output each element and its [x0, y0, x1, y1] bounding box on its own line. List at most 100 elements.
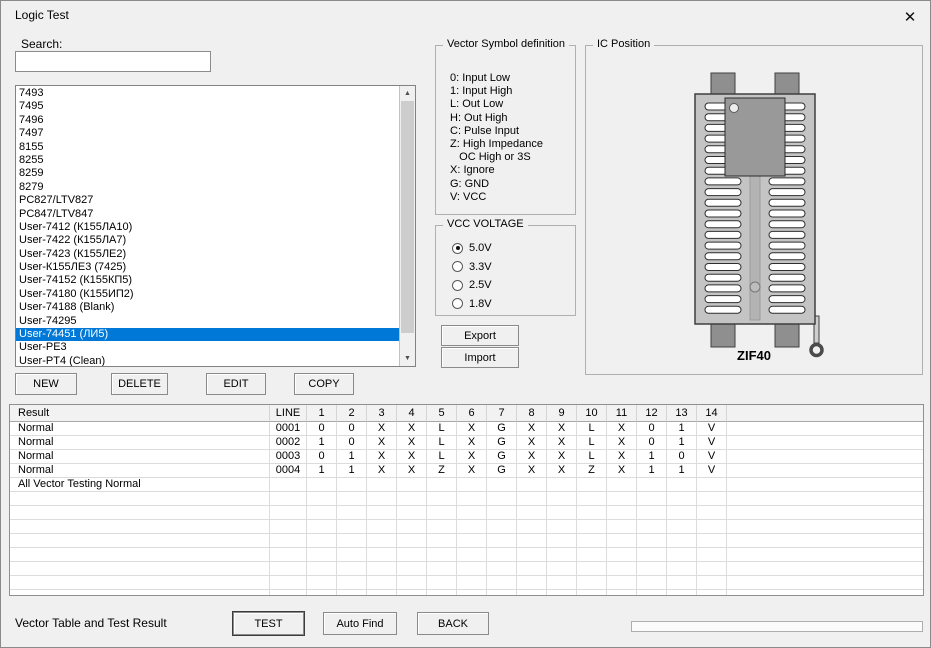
list-item[interactable]: User-74295: [16, 315, 399, 328]
vcc-option-5.0V[interactable]: 5.0V: [452, 239, 575, 258]
value-cell: X: [607, 422, 637, 436]
value-cell: [337, 548, 367, 562]
list-item[interactable]: User-74188 (Blank): [16, 301, 399, 314]
table-row[interactable]: Normal000301XXLXGXXLX10V: [10, 450, 923, 464]
value-cell: [487, 506, 517, 520]
list-item[interactable]: 8259: [16, 167, 399, 180]
value-cell: [547, 506, 577, 520]
list-item[interactable]: User-74180 (К155ИП2): [16, 288, 399, 301]
list-item[interactable]: 7495: [16, 100, 399, 113]
column-header-4[interactable]: 4: [397, 405, 427, 422]
table-row[interactable]: Normal000100XXLXGXXLX01V: [10, 422, 923, 436]
column-header-Result[interactable]: Result: [10, 405, 270, 422]
value-cell: V: [697, 464, 727, 478]
line-cell: [270, 590, 307, 596]
list-item[interactable]: 7497: [16, 127, 399, 140]
value-cell: [607, 506, 637, 520]
list-item[interactable]: 8255: [16, 154, 399, 167]
column-header-9[interactable]: 9: [547, 405, 577, 422]
value-cell: L: [427, 436, 457, 450]
vector-table-body: Normal000100XXLXGXXLX01VNormal000210XXLX…: [10, 422, 923, 596]
ic-position-group-title: IC Position: [593, 38, 654, 50]
list-item[interactable]: 8279: [16, 181, 399, 194]
test-button[interactable]: TEST: [233, 612, 304, 635]
vector-symbol-line: 1: Input High: [450, 85, 575, 98]
export-button[interactable]: Export: [441, 325, 519, 346]
value-cell: 0: [337, 422, 367, 436]
vcc-voltage-group: VCC VOLTAGE 5.0V3.3V2.5V1.8V: [435, 225, 576, 316]
list-item[interactable]: User-7422 (К155ЛА7): [16, 234, 399, 247]
table-row[interactable]: Normal000210XXLXGXXLX01V: [10, 436, 923, 450]
search-label: Search:: [21, 37, 62, 51]
value-cell: [487, 562, 517, 576]
edit-button[interactable]: EDIT: [206, 373, 266, 395]
back-button[interactable]: BACK: [417, 612, 489, 635]
value-cell: [697, 548, 727, 562]
table-row[interactable]: Normal000411XXZXGXXZX11V: [10, 464, 923, 478]
new-button[interactable]: NEW: [15, 373, 77, 395]
vcc-option-3.3V[interactable]: 3.3V: [452, 258, 575, 277]
vcc-option-2.5V[interactable]: 2.5V: [452, 276, 575, 295]
list-item[interactable]: 7496: [16, 114, 399, 127]
list-item[interactable]: User-PE3: [16, 341, 399, 354]
value-cell: 0: [307, 450, 337, 464]
vcc-option-1.8V[interactable]: 1.8V: [452, 295, 575, 314]
value-cell: [457, 492, 487, 506]
list-scrollbar[interactable]: ▲ ▼: [399, 86, 415, 366]
value-cell: [607, 562, 637, 576]
column-header-13[interactable]: 13: [667, 405, 697, 422]
scroll-down-icon[interactable]: ▼: [400, 351, 415, 366]
value-cell: [517, 478, 547, 492]
value-cell: [577, 478, 607, 492]
list-item[interactable]: PC827/LTV827: [16, 194, 399, 207]
list-item[interactable]: User-7412 (К155ЛА10): [16, 221, 399, 234]
summary-row[interactable]: All Vector Testing Normal: [10, 478, 923, 492]
line-cell: 0002: [270, 436, 307, 450]
value-cell: [427, 590, 457, 596]
value-cell: X: [517, 422, 547, 436]
column-header-12[interactable]: 12: [637, 405, 667, 422]
column-header-7[interactable]: 7: [487, 405, 517, 422]
column-header-1[interactable]: 1: [307, 405, 337, 422]
column-header-8[interactable]: 8: [517, 405, 547, 422]
list-item[interactable]: 8155: [16, 141, 399, 154]
value-cell: [457, 478, 487, 492]
list-item[interactable]: 7493: [16, 87, 399, 100]
copy-button[interactable]: COPY: [294, 373, 354, 395]
column-header-LINE[interactable]: LINE: [270, 405, 307, 422]
search-input[interactable]: [15, 51, 211, 72]
column-header-3[interactable]: 3: [367, 405, 397, 422]
scrollbar-thumb[interactable]: [401, 101, 414, 333]
value-cell: 1: [667, 436, 697, 450]
result-cell: Normal: [10, 422, 270, 436]
result-cell: [10, 492, 270, 506]
list-item[interactable]: User-74451 (ЛИ5): [16, 328, 399, 341]
column-header-filler: [727, 405, 923, 422]
column-header-14[interactable]: 14: [697, 405, 727, 422]
list-item[interactable]: User-К155ЛЕ3 (7425): [16, 261, 399, 274]
value-cell: [637, 520, 667, 534]
value-cell: [457, 506, 487, 520]
value-cell: [367, 548, 397, 562]
list-item[interactable]: User-PT4 (Clean): [16, 355, 399, 367]
list-item[interactable]: PC847/LTV847: [16, 208, 399, 221]
column-header-5[interactable]: 5: [427, 405, 457, 422]
delete-button[interactable]: DELETE: [111, 373, 168, 395]
logic-test-window: Logic Test ✕ Search: 7493749574967497815…: [0, 0, 931, 648]
column-header-11[interactable]: 11: [607, 405, 637, 422]
auto-find-button[interactable]: Auto Find: [323, 612, 397, 635]
value-cell: [367, 492, 397, 506]
column-header-10[interactable]: 10: [577, 405, 607, 422]
list-item[interactable]: User-7423 (К155ЛЕ2): [16, 248, 399, 261]
value-cell: [397, 520, 427, 534]
value-cell: [607, 590, 637, 596]
list-item[interactable]: User-74152 (К155КП5): [16, 274, 399, 287]
column-header-2[interactable]: 2: [337, 405, 367, 422]
scroll-up-icon[interactable]: ▲: [400, 86, 415, 101]
close-icon[interactable]: ✕: [898, 5, 922, 29]
import-button[interactable]: Import: [441, 347, 519, 368]
column-header-6[interactable]: 6: [457, 405, 487, 422]
radio-icon: [452, 280, 463, 291]
value-cell: [427, 520, 457, 534]
value-cell: [427, 562, 457, 576]
